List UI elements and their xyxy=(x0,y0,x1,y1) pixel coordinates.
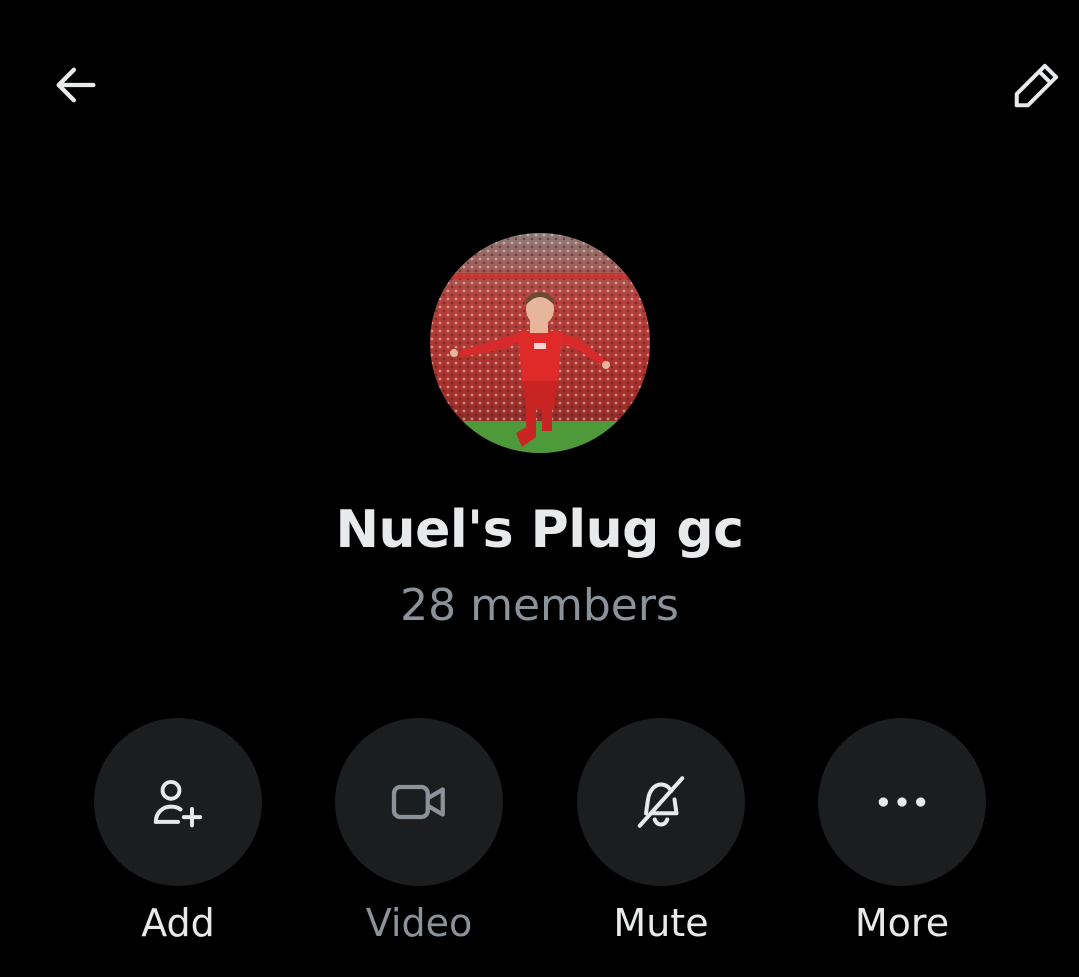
more-dots-icon xyxy=(878,797,926,807)
group-avatar[interactable] xyxy=(430,233,650,453)
video-button[interactable] xyxy=(335,718,503,886)
video-call-action[interactable]: Video xyxy=(334,718,504,948)
bell-off-icon xyxy=(637,776,685,828)
mute-label: Mute xyxy=(613,901,709,945)
add-label: Add xyxy=(141,901,215,945)
back-button[interactable] xyxy=(44,53,108,117)
add-button[interactable] xyxy=(94,718,262,886)
mute-button[interactable] xyxy=(577,718,745,886)
group-name: Nuel's Plug gc xyxy=(335,500,744,560)
arrow-left-icon xyxy=(56,67,96,103)
video-label: Video xyxy=(365,901,473,945)
mute-action[interactable]: Mute xyxy=(576,718,746,948)
member-count[interactable]: 28 members xyxy=(0,574,1079,638)
edit-button[interactable] xyxy=(1005,53,1069,117)
video-camera-icon xyxy=(391,784,445,820)
more-button[interactable] xyxy=(818,718,986,886)
more-label: More xyxy=(854,901,950,945)
group-avatar-image xyxy=(430,233,650,453)
add-person-icon xyxy=(153,779,203,828)
top-bar xyxy=(0,0,1079,180)
more-action[interactable]: More xyxy=(817,718,987,948)
pencil-icon xyxy=(1014,63,1059,108)
add-member-action[interactable]: Add xyxy=(93,718,263,948)
